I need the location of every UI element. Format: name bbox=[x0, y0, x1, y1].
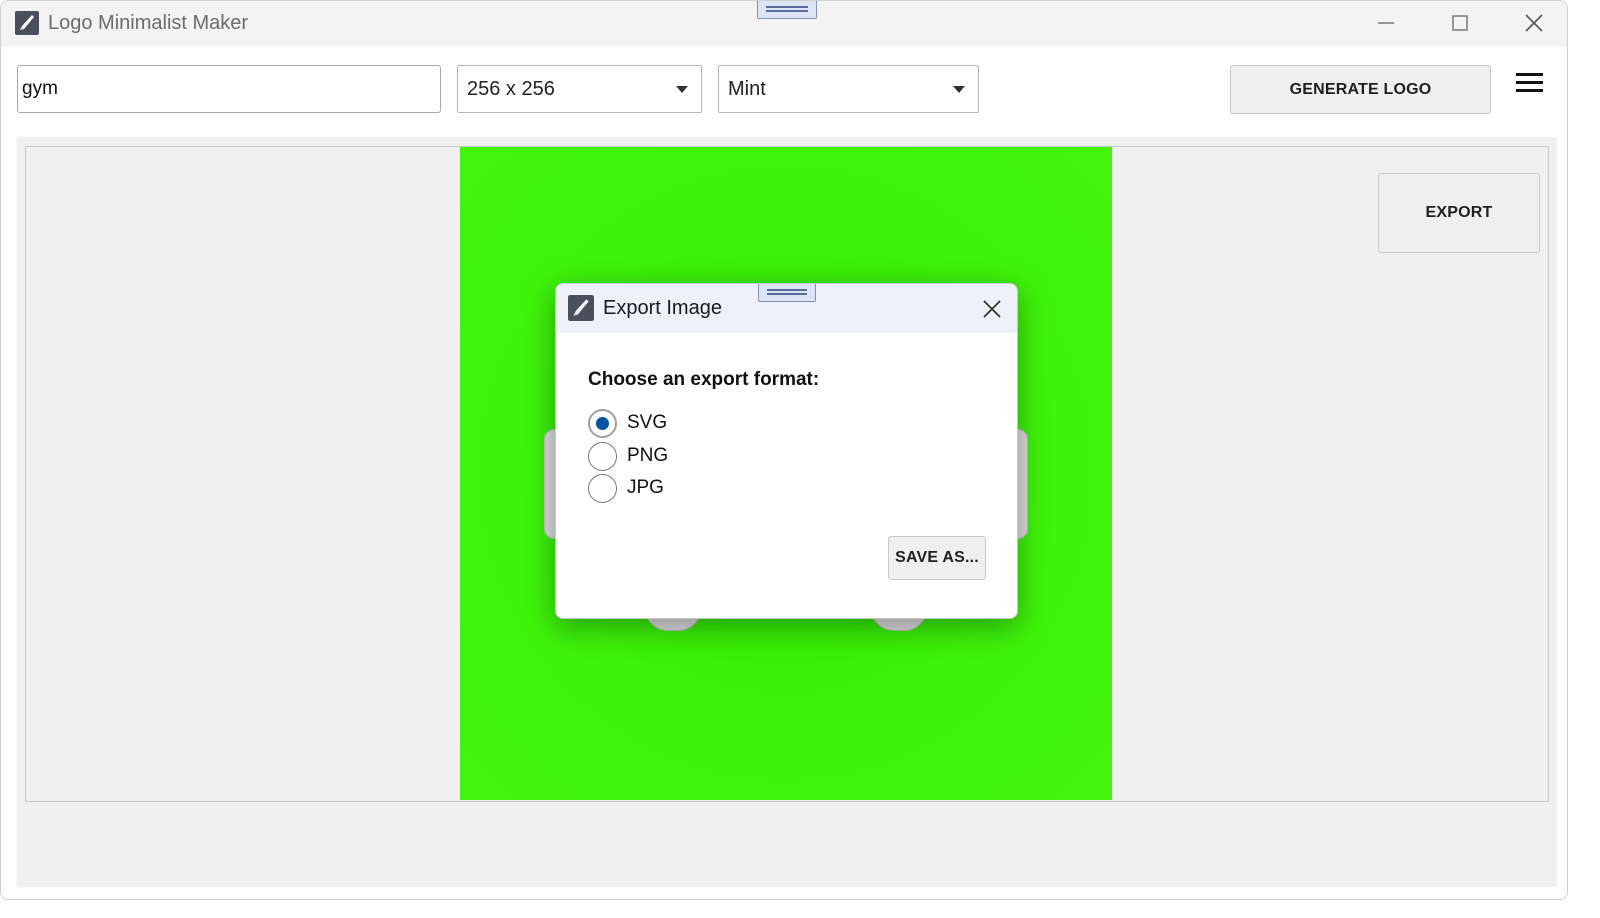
title-bar[interactable]: Logo Minimalist Maker bbox=[1, 1, 1567, 47]
size-select-value: 256 x 256 bbox=[467, 77, 555, 100]
dialog-close-button[interactable] bbox=[975, 292, 1009, 326]
chevron-down-icon bbox=[676, 86, 688, 93]
minimize-icon bbox=[1378, 22, 1394, 24]
keyword-input[interactable] bbox=[17, 65, 441, 113]
drag-handle[interactable] bbox=[757, 1, 817, 19]
maximize-button[interactable] bbox=[1423, 1, 1497, 45]
theme-select[interactable]: Mint bbox=[718, 65, 979, 113]
radio-option-png[interactable]: PNG bbox=[588, 441, 668, 471]
drag-handle[interactable] bbox=[758, 284, 816, 302]
radio-button[interactable] bbox=[588, 441, 617, 471]
close-icon bbox=[983, 300, 1001, 318]
export-dialog: Export Image Choose an export format: SV… bbox=[555, 283, 1018, 619]
theme-select-value: Mint bbox=[728, 77, 766, 100]
chevron-down-icon bbox=[953, 86, 965, 93]
radio-option-jpg[interactable]: JPG bbox=[588, 473, 664, 503]
export-button[interactable]: EXPORT bbox=[1378, 173, 1540, 253]
save-as-button[interactable]: SAVE AS... bbox=[888, 536, 986, 580]
radio-label: PNG bbox=[627, 445, 669, 466]
close-button[interactable] bbox=[1497, 1, 1567, 45]
minimize-button[interactable] bbox=[1349, 1, 1423, 45]
pen-nib-icon bbox=[15, 11, 39, 35]
maximize-icon bbox=[1452, 15, 1468, 31]
close-icon bbox=[1525, 14, 1543, 32]
generate-logo-button[interactable]: GENERATE LOGO bbox=[1230, 65, 1491, 114]
app-title: Logo Minimalist Maker bbox=[48, 12, 249, 34]
export-format-prompt: Choose an export format: bbox=[588, 369, 820, 390]
radio-option-svg[interactable]: SVG bbox=[588, 408, 667, 438]
pen-nib-icon bbox=[568, 295, 594, 321]
radio-button[interactable] bbox=[588, 408, 617, 438]
dialog-title-bar[interactable]: Export Image bbox=[556, 284, 1017, 333]
radio-label: SVG bbox=[627, 412, 668, 433]
radio-button[interactable] bbox=[588, 473, 617, 503]
app-window: Logo Minimalist Maker 256 x 256 Mint GEN… bbox=[0, 0, 1568, 900]
radio-label: JPG bbox=[627, 477, 664, 498]
toolbar: 256 x 256 Mint GENERATE LOGO bbox=[1, 47, 1567, 137]
size-select[interactable]: 256 x 256 bbox=[457, 65, 702, 113]
hamburger-menu-icon[interactable] bbox=[1516, 73, 1544, 93]
dialog-title: Export Image bbox=[603, 297, 722, 319]
